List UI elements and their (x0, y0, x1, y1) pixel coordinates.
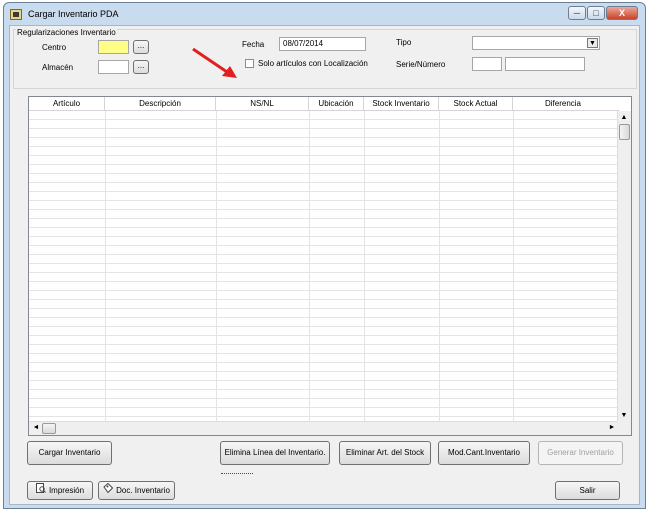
filters-group: Regularizaciones Inventario Centro ... A… (13, 28, 637, 89)
vertical-scrollbar[interactable]: ▲ ▼ (617, 111, 631, 423)
scroll-down-icon[interactable]: ▼ (618, 411, 630, 421)
column-divider (309, 111, 310, 423)
almacen-field[interactable] (98, 60, 129, 74)
eliminar-art-stock-button[interactable]: Eliminar Art. del Stock (339, 441, 431, 465)
mod-cant-inventario-button[interactable]: Mod.Cant.Inventario (438, 441, 530, 465)
column-divider (364, 111, 365, 423)
fecha-field[interactable]: 08/07/2014 (279, 37, 366, 51)
inventory-grid[interactable]: Artículo Descripción NS/NL Ubicación Sto… (28, 96, 632, 436)
fecha-label: Fecha (242, 40, 265, 49)
scroll-left-icon[interactable]: ◄ (30, 423, 42, 433)
maximize-button[interactable]: □ (587, 6, 605, 20)
group-title: Regularizaciones Inventario (16, 28, 117, 37)
column-header-stock-inventario[interactable]: Stock Inventario (364, 97, 439, 110)
column-header-ns-nl[interactable]: NS/NL (216, 97, 309, 110)
column-divider (216, 111, 217, 423)
impresion-button[interactable]: Impresión (27, 481, 93, 500)
tipo-select[interactable] (472, 36, 600, 50)
salir-button[interactable]: Salir (555, 481, 620, 500)
almacen-lookup-button[interactable]: ... (133, 60, 149, 74)
impresion-label: Impresión (48, 486, 85, 495)
solo-localizacion-checkbox[interactable] (245, 59, 254, 68)
tipo-label: Tipo (396, 38, 412, 47)
column-divider (513, 111, 514, 423)
app-window: Cargar Inventario PDA ─ □ X Regularizaci… (3, 2, 646, 509)
chevron-down-icon[interactable]: ▼ (587, 38, 598, 48)
generar-inventario-button: Generar Inventario (538, 441, 623, 465)
numero-field[interactable] (505, 57, 585, 71)
cargar-inventario-button[interactable]: Cargar Inventario (27, 441, 112, 465)
column-header-articulo[interactable]: Artículo (29, 97, 105, 110)
red-arrow-icon (192, 47, 237, 78)
column-divider (439, 111, 440, 423)
elimina-linea-button[interactable]: Elimina Línea del Inventario. (220, 441, 330, 465)
vertical-scroll-thumb[interactable] (619, 124, 630, 140)
window-title: Cargar Inventario PDA (28, 9, 119, 19)
scroll-up-icon[interactable]: ▲ (618, 113, 630, 123)
column-header-descripcion[interactable]: Descripción (105, 97, 216, 110)
scrollbar-corner (617, 421, 631, 435)
column-header-ubicacion[interactable]: Ubicación (309, 97, 364, 110)
minimize-button[interactable]: ─ (568, 6, 586, 20)
almacen-label: Almacén (42, 63, 74, 72)
print-preview-icon (35, 482, 46, 499)
column-divider (105, 111, 106, 423)
centro-field[interactable] (98, 40, 129, 54)
app-window-icon (10, 9, 22, 20)
solo-localizacion-label[interactable]: Solo artículos con Localización (258, 59, 368, 68)
column-header-diferencia[interactable]: Diferencia (513, 97, 613, 110)
grid-rows[interactable] (29, 111, 619, 421)
serie-field[interactable] (472, 57, 502, 71)
focus-dotted-underline (221, 473, 253, 474)
doc-inventario-button[interactable]: Doc. Inventario (98, 481, 175, 500)
centro-lookup-button[interactable]: ... (133, 40, 149, 54)
horizontal-scrollbar[interactable]: ◄ ► (29, 421, 619, 435)
title-bar: Cargar Inventario PDA ─ □ X (4, 3, 645, 25)
form-body: Regularizaciones Inventario Centro ... A… (9, 25, 640, 505)
serie-numero-label: Serie/Número (396, 60, 446, 69)
close-button[interactable]: X (606, 6, 638, 20)
centro-label: Centro (42, 43, 67, 52)
doc-inventario-label: Doc. Inventario (116, 486, 170, 495)
document-tag-icon (103, 482, 114, 499)
column-header-stock-actual[interactable]: Stock Actual (439, 97, 513, 110)
grid-header: Artículo Descripción NS/NL Ubicación Sto… (29, 97, 619, 111)
horizontal-scroll-thumb[interactable] (42, 423, 56, 434)
